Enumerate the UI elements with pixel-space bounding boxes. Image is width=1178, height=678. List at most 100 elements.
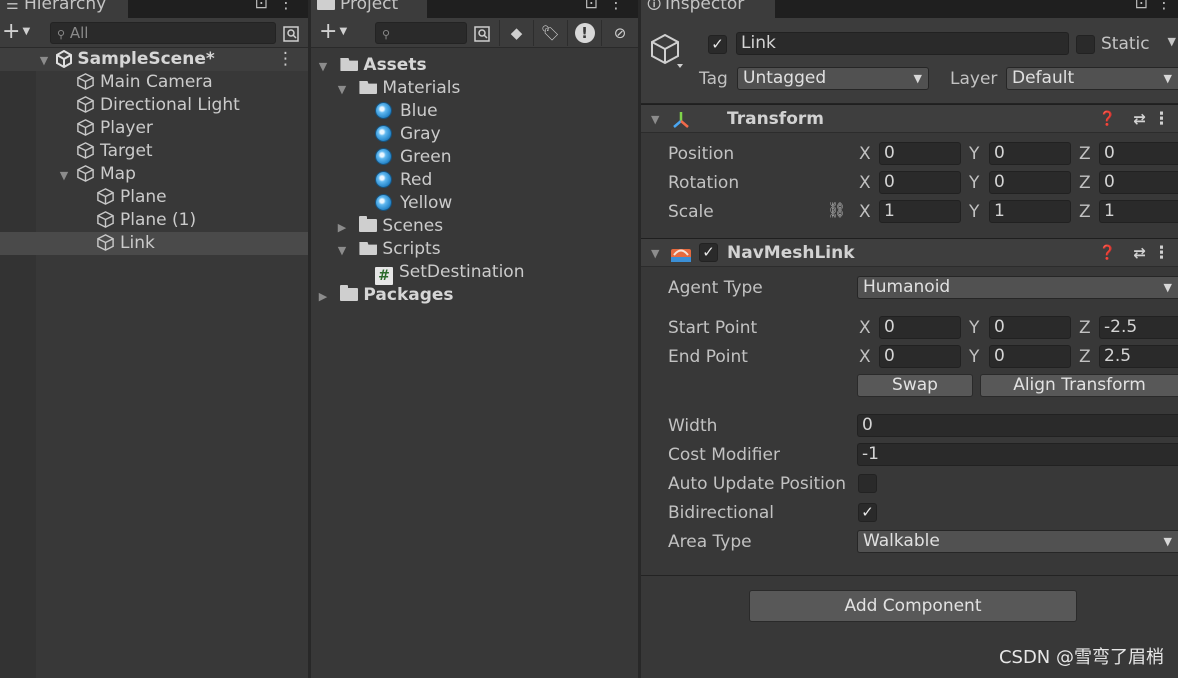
navmeshlink-enabled-checkbox[interactable]: ✓: [699, 243, 718, 262]
axis-x-label: X: [859, 202, 871, 222]
component-menu-icon[interactable]: ⋮: [1153, 239, 1170, 268]
errors-filter-button[interactable]: !: [567, 20, 601, 46]
tree-item-script[interactable]: # SetDestination: [311, 261, 638, 285]
inspector-panel: 🛈 Inspector ⊡ ⋮ ✓ Link Static ▼ Tag Untag…: [641, 0, 1178, 678]
hidden-packages-button[interactable]: ⊘: [601, 20, 638, 46]
axis-x-label: X: [859, 318, 871, 338]
filter-by-type-button[interactable]: ◆: [499, 20, 533, 46]
navmeshlink-header[interactable]: ▼ ✓ NavMeshLink ❓ ⇄ ⋮: [641, 238, 1178, 267]
tab-hierarchy[interactable]: ☰ Hierarchy: [0, 0, 128, 18]
start-point-z-field[interactable]: -2.5: [1099, 316, 1178, 339]
hierarchy-item[interactable]: Target: [0, 140, 308, 163]
chevron-down-icon: ▼: [1163, 535, 1172, 548]
tree-item-scripts[interactable]: ▼ Scripts: [311, 238, 638, 261]
more-options-icon[interactable]: ⋮: [1156, 0, 1172, 12]
auto-update-checkbox[interactable]: [858, 474, 877, 493]
layer-dropdown[interactable]: Default ▼: [1006, 67, 1178, 90]
material-sphere-icon: [375, 194, 392, 211]
collapsed-arrow-icon: ▶: [318, 290, 328, 303]
scene-more-icon[interactable]: ⋮: [277, 48, 294, 71]
bidirectional-checkbox[interactable]: ✓: [858, 503, 877, 522]
agent-type-dropdown[interactable]: Humanoid ▼: [857, 276, 1178, 299]
transform-body: Position X 0 Y 0 Z 0 Rotation X 0 Y 0 Z …: [641, 134, 1178, 238]
folder-icon: [317, 0, 335, 10]
search-scene-button[interactable]: [467, 20, 497, 46]
filter-by-label-button[interactable]: 🏷: [533, 20, 567, 46]
project-panel: Project ⊡ ⋮ + ▼ ⚲ ◆ 🏷 ! ⊘ ▼ Assets ▼ Mate…: [311, 0, 638, 678]
preset-icon[interactable]: ⇄: [1133, 239, 1146, 268]
tag-dropdown[interactable]: Untagged ▼: [737, 67, 929, 90]
lock-icon[interactable]: ⊡: [1135, 0, 1148, 12]
tree-item-material[interactable]: Green: [311, 146, 638, 169]
position-z-field[interactable]: 0: [1099, 142, 1178, 165]
tree-item-material[interactable]: Red: [311, 169, 638, 192]
lock-icon[interactable]: ⊡: [255, 0, 268, 12]
more-options-icon[interactable]: ⋮: [278, 0, 294, 12]
hierarchy-item[interactable]: Main Camera: [0, 71, 308, 94]
tab-inspector[interactable]: 🛈 Inspector: [641, 0, 775, 18]
tab-project[interactable]: Project: [311, 0, 427, 18]
start-point-label: Start Point: [668, 318, 758, 338]
transform-header[interactable]: ▼ Transform ❓ ⇄ ⋮: [641, 104, 1178, 133]
object-name-field[interactable]: Link: [736, 32, 1069, 55]
gameobject-cube-icon: [97, 234, 114, 251]
constrain-proportions-icon[interactable]: ⛓: [827, 201, 846, 219]
hierarchy-item[interactable]: ▼ Map: [0, 163, 308, 186]
tree-item-packages[interactable]: ▶ Packages: [311, 284, 638, 307]
tree-item-material[interactable]: Yellow: [311, 192, 638, 215]
tree-item-material[interactable]: Blue: [311, 100, 638, 123]
hierarchy-item-selected[interactable]: Link: [0, 232, 308, 255]
scale-z-field[interactable]: 1: [1099, 200, 1178, 223]
axis-y-label: Y: [969, 347, 980, 367]
scale-x-field[interactable]: 1: [879, 200, 961, 223]
expand-arrow-icon[interactable]: ▼: [58, 164, 70, 187]
help-icon[interactable]: ❓: [1099, 105, 1116, 134]
material-sphere-icon: [375, 148, 392, 165]
position-x-field[interactable]: 0: [879, 142, 961, 165]
active-checkbox[interactable]: ✓: [708, 35, 727, 54]
preset-icon[interactable]: ⇄: [1133, 105, 1146, 134]
scene-row[interactable]: ▼ SampleScene* ⋮: [0, 48, 308, 71]
hierarchy-item[interactable]: Plane: [0, 186, 308, 209]
start-point-y-field[interactable]: 0: [989, 316, 1071, 339]
static-checkbox[interactable]: [1076, 35, 1095, 54]
position-y-field[interactable]: 0: [989, 142, 1071, 165]
rotation-z-field[interactable]: 0: [1099, 171, 1178, 194]
tag-label: Tag: [699, 69, 728, 89]
gameobject-cube-icon[interactable]: [649, 32, 683, 70]
swap-button[interactable]: Swap: [857, 374, 973, 397]
start-point-x-field[interactable]: 0: [879, 316, 961, 339]
hierarchy-search-input[interactable]: ⚲ All: [50, 22, 276, 44]
rotation-y-field[interactable]: 0: [989, 171, 1071, 194]
rotation-x-field[interactable]: 0: [879, 171, 961, 194]
align-transform-button[interactable]: Align Transform: [980, 374, 1178, 397]
hierarchy-item[interactable]: Directional Light: [0, 94, 308, 117]
search-scene-icon: [283, 25, 299, 42]
help-icon[interactable]: ❓: [1099, 239, 1116, 268]
tree-item-material[interactable]: Gray: [311, 123, 638, 146]
material-sphere-icon: [375, 125, 392, 142]
scale-y-field[interactable]: 1: [989, 200, 1071, 223]
more-options-icon[interactable]: ⋮: [608, 0, 624, 12]
lock-icon[interactable]: ⊡: [585, 0, 598, 12]
component-menu-icon[interactable]: ⋮: [1153, 105, 1170, 134]
project-search-input[interactable]: ⚲: [375, 22, 467, 44]
hierarchy-item[interactable]: Player: [0, 117, 308, 140]
tree-item-materials[interactable]: ▼ Materials: [311, 77, 638, 100]
expand-arrow-icon: ▼: [337, 244, 347, 257]
end-point-x-field[interactable]: 0: [879, 345, 961, 368]
create-button[interactable]: + ▼: [2, 20, 42, 46]
end-point-z-field[interactable]: 2.5: [1099, 345, 1178, 368]
tree-item-scenes[interactable]: ▶ Scenes: [311, 215, 638, 238]
static-dropdown-icon[interactable]: ▼: [1168, 35, 1176, 48]
area-type-dropdown[interactable]: Walkable ▼: [857, 530, 1178, 553]
create-button[interactable]: + ▼: [319, 20, 359, 46]
tree-item-assets[interactable]: ▼ Assets: [311, 54, 638, 77]
end-point-y-field[interactable]: 0: [989, 345, 1071, 368]
hierarchy-item[interactable]: Plane (1): [0, 209, 308, 232]
width-field[interactable]: 0: [857, 414, 1178, 437]
search-scene-button[interactable]: [276, 20, 306, 46]
cost-modifier-field[interactable]: -1: [857, 443, 1178, 466]
material-sphere-icon: [375, 171, 392, 188]
add-component-button[interactable]: Add Component: [749, 590, 1077, 622]
